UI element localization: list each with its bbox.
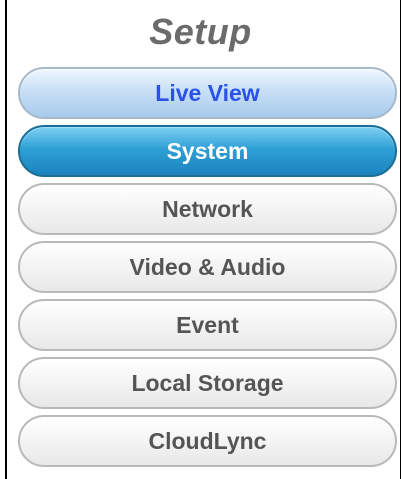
setup-menu: Live View System Network Video & Audio E… [18,67,397,473]
menu-item-event[interactable]: Event [18,299,397,351]
menu-item-system[interactable]: System [18,125,397,177]
setup-panel: Setup Live View System Network Video & A… [0,0,401,479]
panel-left-border [5,0,7,479]
menu-item-local-storage[interactable]: Local Storage [18,357,397,409]
page-title: Setup [149,11,252,52]
menu-item-cloudlync[interactable]: CloudLync [18,415,397,467]
menu-item-network[interactable]: Network [18,183,397,235]
menu-item-live-view[interactable]: Live View [18,67,397,119]
menu-item-video-audio[interactable]: Video & Audio [18,241,397,293]
